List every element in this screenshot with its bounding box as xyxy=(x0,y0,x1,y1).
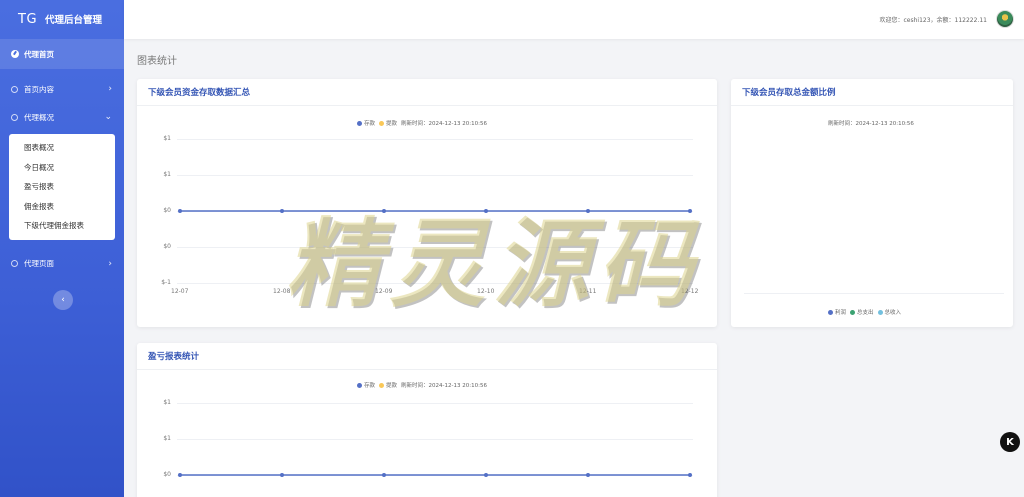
data-point xyxy=(382,473,386,477)
chevron-right-icon: › xyxy=(108,84,112,94)
legend-item-profit[interactable]: 利润 xyxy=(828,308,846,316)
submenu-item-chart-overview[interactable]: 图表概况 xyxy=(9,138,115,158)
data-point xyxy=(382,209,386,213)
sidebar-item-home-content[interactable]: 首页内容 › xyxy=(0,75,124,103)
x-tick-label: 12-08 xyxy=(273,288,291,295)
fund-summary-card: 下级会员资金存取数据汇总 存款 提款 刷新时间：2024-12-13 20:10… xyxy=(137,79,717,327)
submenu-item-commission-report[interactable]: 佣金报表 xyxy=(9,197,115,217)
sidebar-item-label: 首页内容 xyxy=(24,84,54,94)
legend-label: 总支出 xyxy=(857,310,874,316)
data-point xyxy=(280,473,284,477)
brand: TG 代理后台管理 xyxy=(0,0,124,38)
series-layer xyxy=(178,473,692,477)
topbar: 欢迎您：ceshi123，余额：112222.11 xyxy=(124,0,1024,39)
series-layer xyxy=(178,209,692,213)
x-tick-label: 12-09 xyxy=(375,288,393,295)
pie-legend: 利润 总支出 总收入 xyxy=(828,308,901,316)
data-point xyxy=(178,473,182,477)
line-chart-2: $1 $1 $0 xyxy=(137,343,717,497)
pie-baseline xyxy=(744,293,1004,294)
gear-icon xyxy=(11,260,18,267)
brand-logo: TG xyxy=(18,11,38,27)
refresh-time: 刷新时间：2024-12-13 20:10:56 xyxy=(828,121,914,127)
sidebar-item-label: 代理页面 xyxy=(24,259,54,268)
legend-dot xyxy=(828,310,833,315)
data-point xyxy=(484,473,488,477)
sidebar: TG 代理后台管理 代理首页 首页内容 › 代理概况 ⌄ 图表概况 今日概况 盈… xyxy=(0,0,124,497)
chevron-right-icon: › xyxy=(108,258,112,269)
legend-label: 总收入 xyxy=(884,310,902,316)
submenu-item-today-overview[interactable]: 今日概况 xyxy=(9,158,115,178)
data-point xyxy=(586,473,590,477)
data-point xyxy=(688,473,692,477)
legend-item-income[interactable]: 总收入 xyxy=(877,308,902,316)
collapse-sidebar-button[interactable]: ‹ xyxy=(53,290,73,310)
x-tick-label: 12-12 xyxy=(681,288,699,295)
gear-icon xyxy=(11,85,18,93)
data-point xyxy=(688,209,692,213)
line-chart-1: $1 $1 $0 $0 $-1 12-07 12-08 12-09 12-10 12-11 12-1… xyxy=(137,79,717,327)
submenu-item-profit-report[interactable]: 盈亏报表 xyxy=(9,177,115,197)
submenu-item-sub-agent-commission[interactable]: 下级代理佣金报表 xyxy=(9,216,115,236)
card-title: 下级会员存取总金额比例 xyxy=(731,79,1013,106)
sidebar-item-agent-overview[interactable]: 代理概况 ⌄ xyxy=(0,103,124,131)
data-point xyxy=(280,209,284,213)
sidebar-item-label: 代理概况 xyxy=(24,112,54,122)
sidebar-item-label: 代理首页 xyxy=(24,49,54,59)
floating-k-button[interactable]: K xyxy=(1000,432,1020,452)
x-tick-label: 12-10 xyxy=(477,288,495,295)
gear-icon xyxy=(11,113,18,121)
legend-dot xyxy=(877,310,883,315)
brand-title: 代理后台管理 xyxy=(45,15,103,26)
submenu: 图表概况 今日概况 盈亏报表 佣金报表 下级代理佣金报表 xyxy=(9,134,115,240)
data-point xyxy=(586,209,590,213)
x-tick-label: 12-07 xyxy=(171,288,189,295)
sidebar-item-agent-pages[interactable]: 代理页面 › xyxy=(0,250,124,278)
legend-item-expense[interactable]: 总支出 xyxy=(850,308,874,316)
ratio-card: 下级会员存取总金额比例 刷新时间：2024-12-13 20:10:56 利润 … xyxy=(731,79,1013,327)
dashboard-icon xyxy=(11,50,19,58)
chevron-down-icon: ⌄ xyxy=(104,112,112,122)
legend-dot xyxy=(850,310,856,315)
data-point xyxy=(178,209,182,213)
sidebar-item-home[interactable]: 代理首页 xyxy=(0,39,124,69)
legend-label: 利润 xyxy=(835,310,847,316)
welcome-text: 欢迎您：ceshi123，余额：112222.11 xyxy=(879,17,988,24)
profit-report-card: 盈亏报表统计 存款 提款 刷新时间：2024-12-13 20:10:56 $1… xyxy=(137,343,717,497)
avatar[interactable] xyxy=(996,10,1014,28)
x-tick-label: 12-11 xyxy=(579,288,597,295)
page-title: 图表统计 xyxy=(137,56,177,67)
data-point xyxy=(484,209,488,213)
